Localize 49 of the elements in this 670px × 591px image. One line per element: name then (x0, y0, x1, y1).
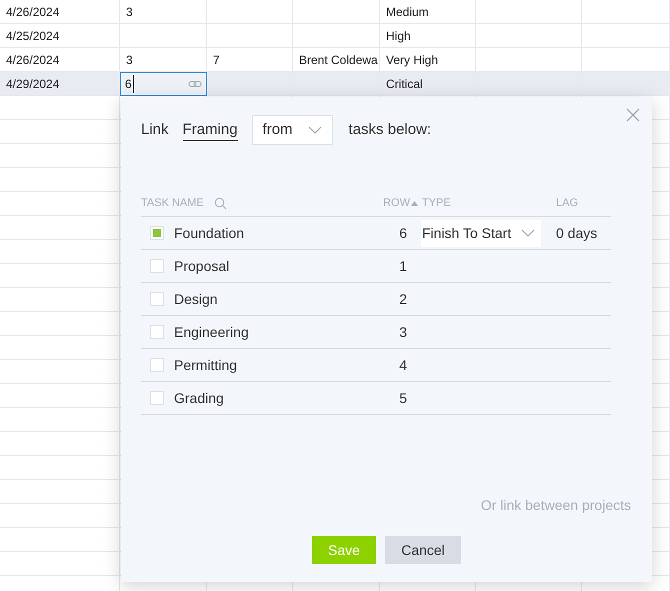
row-number: 5 (399, 388, 407, 408)
table-cell-text: High (386, 28, 411, 44)
table-cell-text: 4/29/2024 (6, 76, 60, 92)
column-header: LAG (556, 196, 578, 212)
row-number: 4 (399, 356, 407, 374)
checkbox[interactable] (150, 226, 164, 240)
task-link[interactable]: Framing (182, 120, 238, 140)
checkbox[interactable] (150, 259, 164, 273)
table-cell-text: 4/25/2024 (6, 28, 60, 44)
checkbox[interactable] (150, 358, 164, 372)
task-name: Permitting (174, 356, 238, 375)
table-cell-text: 7 (213, 52, 220, 68)
cell-value: 6 (125, 75, 134, 93)
table-cell-text: 3 (126, 4, 133, 20)
type-dropdown[interactable]: Finish To Start (421, 220, 541, 246)
cancel-button[interactable]: Cancel (385, 536, 461, 564)
link-label: Link (141, 120, 169, 140)
tasks-below-label: tasks below: (348, 120, 432, 140)
checkbox[interactable] (150, 292, 164, 306)
close-button[interactable] (626, 108, 640, 122)
row-number: 2 (399, 290, 407, 308)
table-cell-text: Very High (386, 52, 438, 68)
search-icon[interactable] (214, 197, 227, 210)
task-name: Design (174, 290, 218, 309)
direction-dropdown[interactable]: from (252, 115, 333, 145)
sort-up-icon (411, 201, 418, 206)
checkbox[interactable] (150, 391, 164, 405)
task-name: Foundation (174, 224, 244, 242)
link-icon[interactable] (188, 80, 202, 88)
table-cell-text: 4/26/2024 (6, 4, 60, 20)
row-number: 6 (399, 224, 407, 242)
table-cell-text: 3 (126, 52, 133, 68)
task-name: Proposal (174, 256, 230, 276)
cell-editor[interactable]: 6 (120, 72, 207, 96)
table-cell-text: Brent Coldewa (299, 52, 378, 68)
close-icon (626, 108, 640, 122)
table-cell-text: 4/26/2024 (6, 52, 60, 68)
task-name: Engineering (174, 322, 249, 342)
column-header: TASK NAME (141, 196, 204, 212)
row-number: 1 (399, 256, 407, 276)
chevron-down-icon (308, 126, 322, 134)
column-header: TYPE (422, 196, 452, 212)
table-cell-text: Medium (386, 4, 429, 20)
lag-value: 0 days (556, 224, 598, 243)
table-cell-text: Critical (386, 76, 423, 92)
task-name: Grading (174, 388, 224, 408)
chevron-down-icon (521, 229, 535, 237)
checkbox[interactable] (150, 325, 164, 339)
row-number: 3 (399, 322, 407, 342)
